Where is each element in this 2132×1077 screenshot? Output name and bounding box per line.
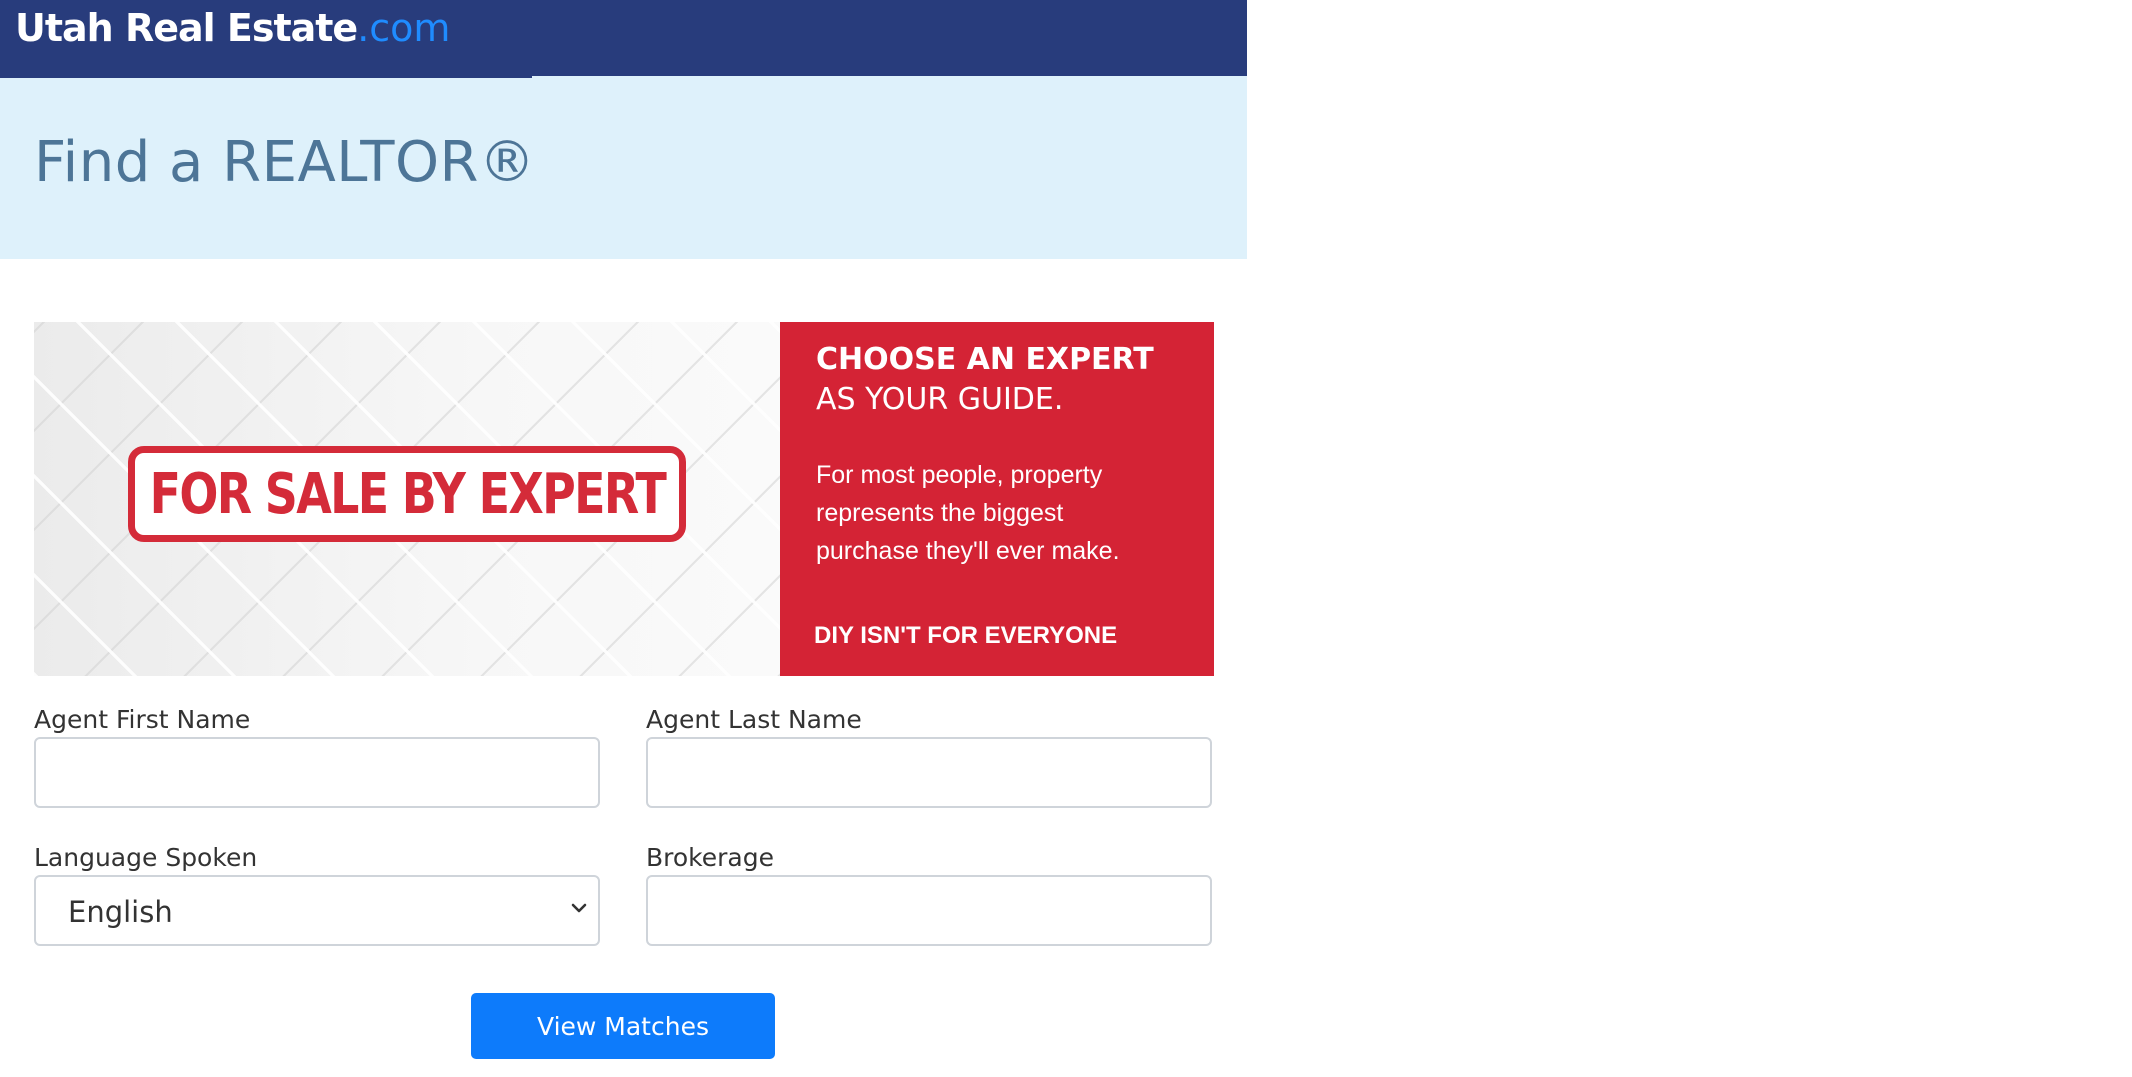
first-name-input[interactable]: [34, 737, 600, 808]
banner-tagline: DIY ISN'T FOR EVERYONE: [814, 622, 1118, 649]
brokerage-label: Brokerage: [646, 843, 774, 872]
view-matches-button[interactable]: View Matches: [471, 993, 775, 1059]
banner-message-panel: CHOOSE AN EXPERT AS YOUR GUIDE. For most…: [780, 322, 1214, 676]
hero-section: Find a REALTOR®: [0, 76, 1247, 259]
last-name-label: Agent Last Name: [646, 705, 862, 734]
promo-banner: FOR SALE BY EXPERT CHOOSE AN EXPERT AS Y…: [34, 322, 1214, 676]
page-title: Find a REALTOR®: [34, 130, 536, 195]
language-select[interactable]: English: [34, 875, 600, 946]
banner-heading: CHOOSE AN EXPERT: [816, 342, 1154, 377]
brokerage-input[interactable]: [646, 875, 1212, 946]
page: Utah Real Estate.com Find a REALTOR® FOR…: [0, 0, 2132, 1077]
banner-image: FOR SALE BY EXPERT: [34, 322, 780, 676]
logo-main-text: Utah Real Estate: [15, 6, 358, 50]
site-logo[interactable]: Utah Real Estate.com: [15, 6, 450, 50]
for-sale-sign: FOR SALE BY EXPERT: [128, 446, 686, 542]
banner-subheading: AS YOUR GUIDE.: [816, 382, 1064, 417]
for-sale-sign-text: FOR SALE BY EXPERT: [149, 461, 666, 527]
language-label: Language Spoken: [34, 843, 258, 872]
language-selected-value: English: [68, 895, 173, 929]
logo-tld-text: .com: [357, 6, 451, 50]
banner-body-text: For most people, property represents the…: [816, 461, 1120, 565]
site-header: Utah Real Estate.com: [0, 0, 1247, 76]
last-name-input[interactable]: [646, 737, 1212, 808]
first-name-label: Agent First Name: [34, 705, 251, 734]
chevron-down-icon: [571, 903, 587, 913]
hero-divider: [0, 76, 532, 78]
